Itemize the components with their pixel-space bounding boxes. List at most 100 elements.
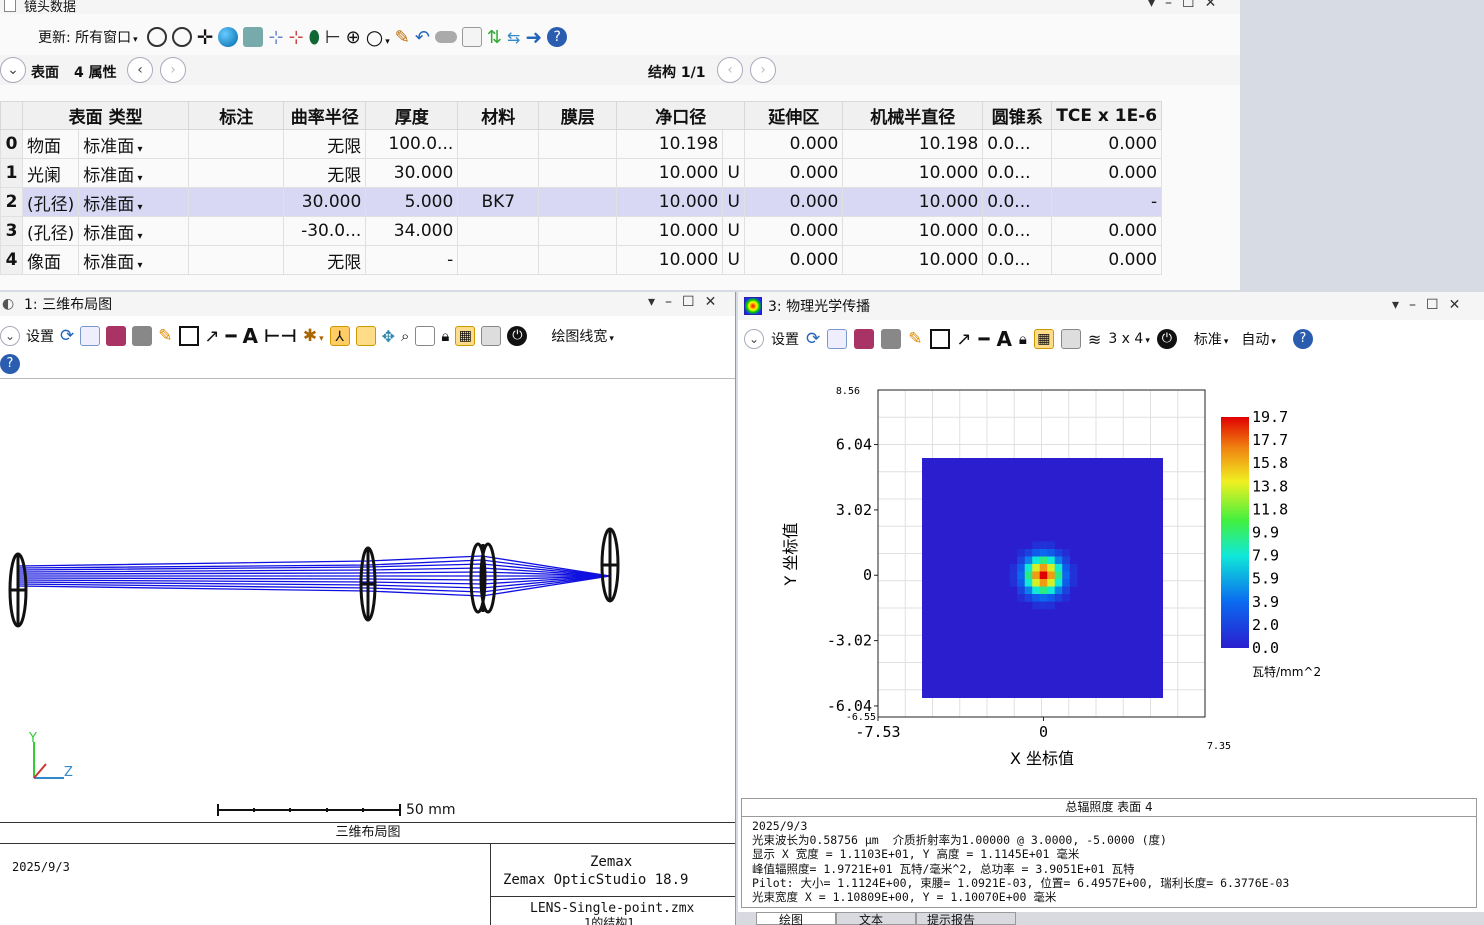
clear-semi-cell[interactable]: 10.198 bbox=[616, 129, 724, 159]
material-cell[interactable] bbox=[457, 216, 540, 246]
col-comment[interactable]: 标注 bbox=[188, 101, 285, 130]
col-chip-zone[interactable]: 延伸区 bbox=[744, 101, 844, 130]
solve-flag-cell[interactable]: U bbox=[722, 187, 746, 217]
help-icon[interactable]: ? bbox=[547, 27, 568, 47]
coating-cell[interactable] bbox=[538, 129, 618, 159]
mech-semi-cell[interactable]: 10.000 bbox=[842, 216, 984, 246]
radius-cell[interactable]: -30.0... bbox=[283, 216, 367, 246]
lens-element-icon[interactable]: ⬮ bbox=[309, 27, 320, 48]
material-cell[interactable]: BK7 bbox=[457, 187, 540, 217]
reset-icon[interactable] bbox=[146, 27, 167, 47]
save-icon[interactable] bbox=[106, 326, 127, 346]
radius-cell[interactable]: 无限 bbox=[283, 129, 367, 159]
line-arrow-icon[interactable]: ↗ bbox=[205, 326, 220, 347]
solve-flag-cell[interactable]: U bbox=[722, 158, 746, 188]
pop-window-controls[interactable]: ▾ – ☐ ✕ bbox=[1392, 297, 1460, 313]
collapse-settings-button[interactable]: ⌄ bbox=[744, 329, 764, 349]
radius-cell[interactable]: 无限 bbox=[283, 245, 367, 275]
text-icon[interactable]: A bbox=[242, 324, 257, 348]
prev-surface-button[interactable]: ‹ bbox=[127, 57, 153, 83]
maximize-icon[interactable]: ☐ bbox=[682, 294, 695, 310]
layout-grid-icon[interactable]: ▦ bbox=[1033, 329, 1054, 349]
settings-button[interactable]: 设置 bbox=[26, 326, 54, 346]
help-icon[interactable]: ? bbox=[0, 354, 20, 374]
properties-label[interactable]: 4 属性 bbox=[74, 62, 117, 82]
split-red-icon[interactable]: ⊹ bbox=[289, 27, 304, 48]
maximize-icon[interactable]: ☐ bbox=[1182, 0, 1195, 11]
window-layout-icon[interactable] bbox=[1060, 329, 1081, 349]
material-cell[interactable] bbox=[457, 129, 540, 159]
split-icon[interactable]: ⊹ bbox=[268, 27, 283, 48]
col-thickness[interactable]: 厚度 bbox=[365, 101, 459, 130]
minimize-icon[interactable]: – bbox=[1409, 297, 1416, 313]
row-number[interactable]: 2 bbox=[0, 187, 23, 217]
insert-icon[interactable]: ⊢ bbox=[325, 27, 341, 48]
print-icon[interactable] bbox=[132, 326, 153, 346]
arrows-in-icon[interactable]: ⇆ bbox=[507, 28, 520, 47]
thickness-cell[interactable]: - bbox=[365, 245, 459, 275]
table-row[interactable]: 1 光阑 标准面 ▾ 无限 30.000 10.000 U 0.000 10.000 0.0...… bbox=[0, 158, 1163, 188]
prev-config-button[interactable]: ‹ bbox=[717, 57, 743, 83]
chip-zone-cell[interactable]: 0.000 bbox=[744, 245, 844, 275]
linewidth-dropdown[interactable]: 绘图线宽 ▾ bbox=[551, 326, 614, 346]
maximize-icon[interactable]: ☐ bbox=[1426, 297, 1439, 313]
mech-semi-cell[interactable]: 10.198 bbox=[842, 129, 984, 159]
surface-type-cell[interactable]: 标准面 ▾ bbox=[78, 187, 190, 217]
solve-flag-cell[interactable] bbox=[722, 129, 746, 159]
solve-flag-cell[interactable]: U bbox=[722, 245, 746, 275]
surface-type-cell[interactable]: 标准面 ▾ bbox=[78, 129, 190, 159]
auto-dropdown[interactable]: 自动 ▾ bbox=[1241, 329, 1276, 349]
type-dropdown-icon[interactable]: ▾ bbox=[134, 202, 142, 213]
minimize-icon[interactable]: – bbox=[665, 294, 672, 310]
dropdown-icon[interactable]: ▾ bbox=[648, 294, 655, 310]
row-number[interactable]: 1 bbox=[0, 158, 23, 188]
zoom-icon[interactable]: ⌕ bbox=[401, 327, 409, 345]
col-tce[interactable]: TCE x 1E-6 bbox=[1051, 101, 1163, 130]
col-coating[interactable]: 膜层 bbox=[538, 101, 618, 130]
grid-dropdown[interactable]: 3 x 4 ▾ bbox=[1108, 331, 1150, 347]
surface-name[interactable]: 光阑 bbox=[21, 158, 80, 188]
mech-semi-cell[interactable]: 10.000 bbox=[842, 245, 984, 275]
text-icon[interactable]: A bbox=[996, 327, 1011, 351]
print-icon[interactable] bbox=[881, 329, 902, 349]
lens-map-icon[interactable] bbox=[243, 27, 264, 47]
layers-icon[interactable]: ≋ bbox=[1088, 330, 1101, 349]
coating-cell[interactable] bbox=[538, 216, 618, 246]
conic-cell[interactable]: 0.0... bbox=[982, 158, 1053, 188]
row-number[interactable]: 4 bbox=[0, 245, 23, 275]
col-conic[interactable]: 圆锥系 bbox=[982, 101, 1053, 130]
conic-cell[interactable]: 0.0... bbox=[982, 245, 1053, 275]
close-icon[interactable]: ✕ bbox=[705, 294, 717, 310]
crosshair-icon[interactable]: ✛ bbox=[197, 25, 214, 49]
rotate-view-icon[interactable] bbox=[355, 326, 376, 346]
reset-view-icon[interactable] bbox=[415, 326, 436, 346]
dropdown-icon[interactable]: ▾ bbox=[1148, 0, 1155, 11]
refresh-icon[interactable]: ⟳ bbox=[60, 326, 74, 346]
col-material[interactable]: 材料 bbox=[457, 101, 540, 130]
mech-semi-cell[interactable]: 10.000 bbox=[842, 158, 984, 188]
minimize-icon[interactable]: – bbox=[1165, 0, 1172, 11]
rotate-icon[interactable]: ✱ ▾ bbox=[303, 326, 324, 346]
dimension-icon[interactable]: ⊢⊣ bbox=[264, 326, 297, 347]
power-icon[interactable]: ⏻ bbox=[507, 326, 528, 346]
tce-cell[interactable]: 0.000 bbox=[1051, 216, 1163, 246]
line-icon[interactable]: ━ bbox=[979, 329, 990, 350]
rectangle-icon[interactable] bbox=[929, 329, 950, 349]
globe-icon[interactable] bbox=[218, 27, 239, 47]
copy-icon[interactable] bbox=[80, 326, 101, 346]
mech-semi-cell[interactable]: 10.000 bbox=[842, 187, 984, 217]
tce-cell[interactable]: 0.000 bbox=[1051, 158, 1163, 188]
surface-type-cell[interactable]: 标准面 ▾ bbox=[78, 158, 190, 188]
material-cell[interactable] bbox=[457, 158, 540, 188]
table-row[interactable]: 3 (孔径) 标准面 ▾ -30.0... 34.000 10.000 U 0.000 10.0… bbox=[0, 216, 1163, 246]
clear-semi-cell[interactable]: 10.000 bbox=[616, 187, 724, 217]
col-mech-semi[interactable]: 机械半直径 bbox=[842, 101, 984, 130]
surface-name[interactable]: 像面 bbox=[21, 245, 80, 275]
power-icon[interactable]: ⏻ bbox=[1156, 329, 1177, 349]
tce-cell[interactable]: 0.000 bbox=[1051, 245, 1163, 275]
thickness-cell[interactable]: 34.000 bbox=[365, 216, 459, 246]
pencil-icon[interactable]: ✎ bbox=[908, 329, 922, 349]
rectangle-icon[interactable] bbox=[178, 326, 199, 346]
chip-zone-cell[interactable]: 0.000 bbox=[744, 129, 844, 159]
undo-icon[interactable]: ↶ bbox=[415, 27, 430, 48]
